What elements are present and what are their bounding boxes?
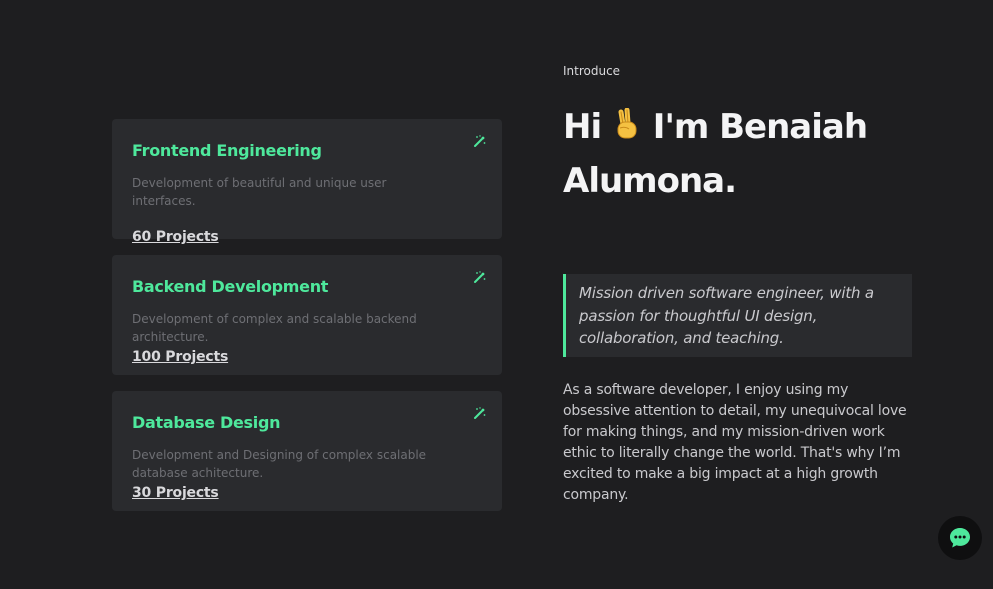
chat-bubble-icon — [950, 528, 970, 548]
victory-hand-icon — [617, 108, 637, 139]
about-paragraph: As a software developer, I enjoy using m… — [563, 382, 907, 503]
magic-wand-icon — [474, 271, 486, 283]
service-title: Frontend Engineering — [132, 141, 322, 160]
mission-quote: Mission driven software engineer, with a… — [563, 274, 912, 357]
service-description: Development of beautiful and unique user… — [132, 176, 387, 208]
service-card-database: Database Design Development and Designin… — [112, 391, 502, 511]
service-projects-link[interactable]: 30 Projects — [132, 485, 219, 501]
page: Frontend Engineering Development of beau… — [0, 0, 993, 589]
hero-headline: Hi I'm Benaiah Alumona. — [563, 100, 943, 208]
service-description: Development and Designing of complex sca… — [132, 448, 427, 480]
greeting-after: I'm Benaiah Alumona. — [563, 107, 868, 201]
service-title: Backend Development — [132, 277, 329, 296]
greeting-before: Hi — [563, 107, 602, 147]
section-label: Introduce — [563, 64, 621, 78]
chat-button[interactable] — [938, 516, 982, 560]
service-projects-link[interactable]: 60 Projects — [132, 229, 219, 245]
service-projects-link[interactable]: 100 Projects — [132, 349, 228, 365]
service-card-frontend: Frontend Engineering Development of beau… — [112, 119, 502, 245]
magic-wand-icon — [474, 135, 486, 147]
service-title: Database Design — [132, 413, 281, 432]
service-card-backend: Backend Development Development of compl… — [112, 255, 502, 375]
service-description: Development of complex and scalable back… — [132, 312, 417, 344]
magic-wand-icon — [474, 407, 486, 419]
